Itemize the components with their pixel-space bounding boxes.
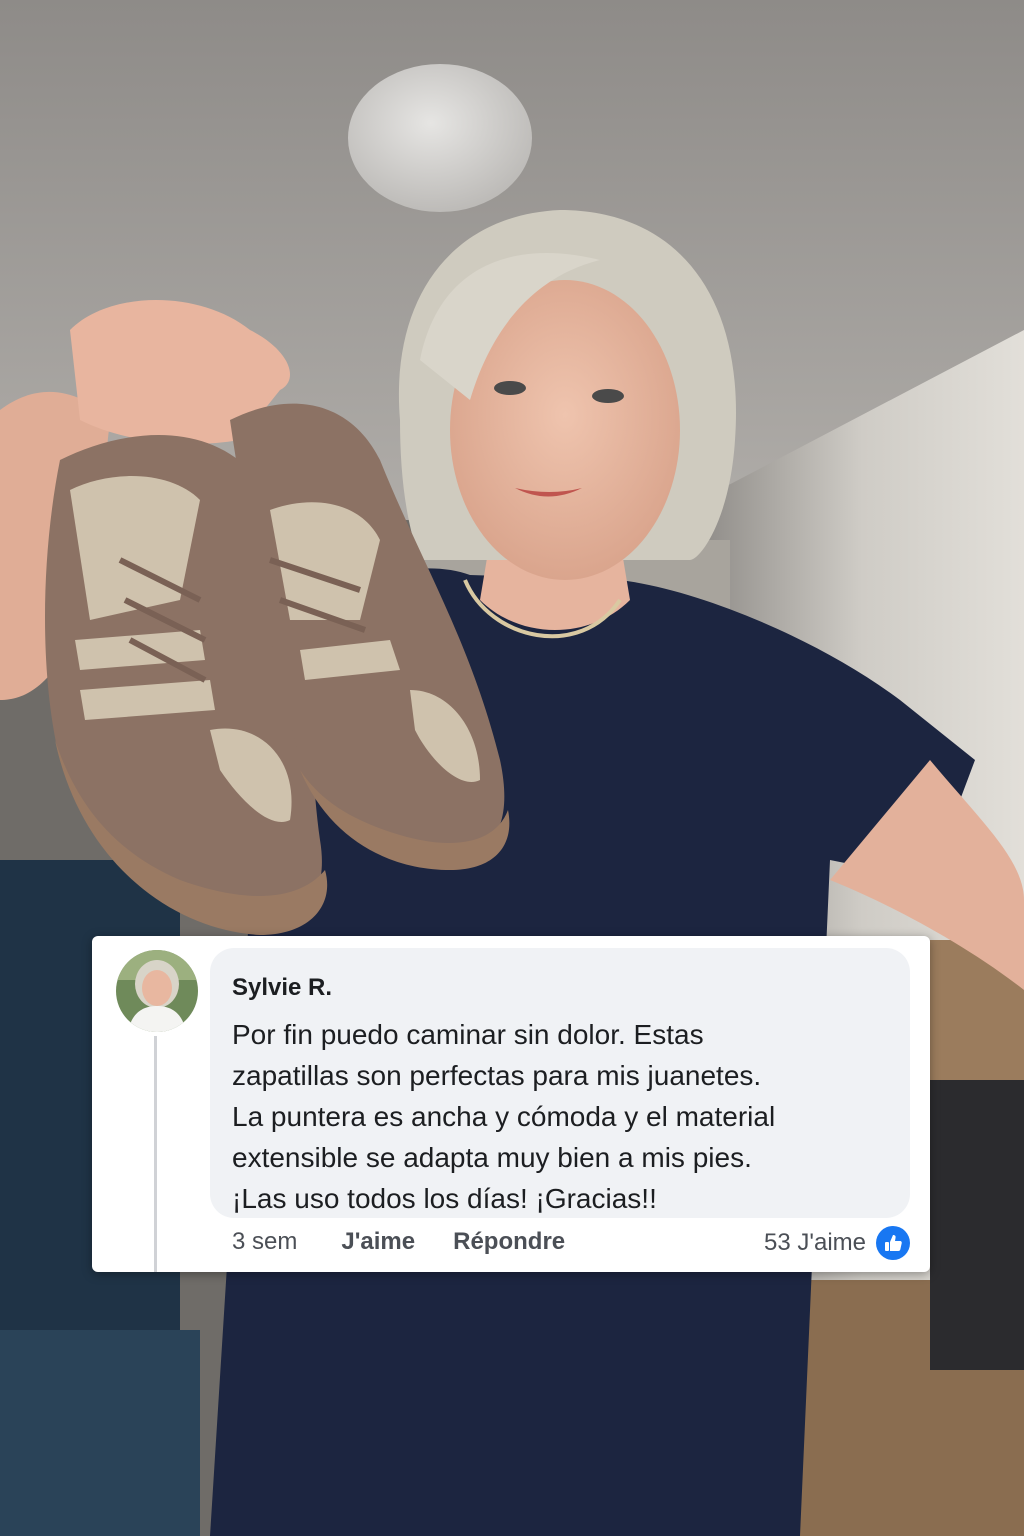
reply-button[interactable]: Répondre bbox=[453, 1228, 565, 1256]
comment-timestamp[interactable]: 3 sem bbox=[232, 1228, 297, 1256]
comment-text: Por fin puedo caminar sin dolor. Estas z… bbox=[232, 1014, 892, 1219]
comment-line: extensible se adapta muy bien a mis pies… bbox=[232, 1142, 752, 1173]
comment-line: La puntera es ancha y cómoda y el materi… bbox=[232, 1101, 776, 1132]
comment-bubble: Sylvie R. Por fin puedo caminar sin dolo… bbox=[210, 948, 910, 1218]
comment-author[interactable]: Sylvie R. bbox=[232, 974, 332, 1002]
like-button[interactable]: J'aime bbox=[341, 1228, 415, 1256]
comment-card: Sylvie R. Por fin puedo caminar sin dolo… bbox=[92, 936, 930, 1272]
avatar[interactable] bbox=[116, 950, 198, 1032]
comment-actions: 3 sem J'aime Répondre bbox=[232, 1226, 603, 1258]
ceiling-light-icon bbox=[348, 64, 532, 212]
like-count-label: 53 J'aime bbox=[764, 1229, 866, 1256]
like-count[interactable]: 53 J'aime bbox=[764, 1226, 910, 1260]
comment-line: Por fin puedo caminar sin dolor. Estas bbox=[232, 1019, 704, 1050]
comment-line: ¡Las uso todos los días! ¡Gracias!! bbox=[232, 1183, 657, 1214]
thread-line bbox=[154, 1036, 157, 1272]
photo-background bbox=[0, 0, 1024, 1536]
thumbs-up-icon bbox=[876, 1226, 910, 1260]
comment-line: zapatillas son perfectas para mis juanet… bbox=[232, 1060, 762, 1091]
